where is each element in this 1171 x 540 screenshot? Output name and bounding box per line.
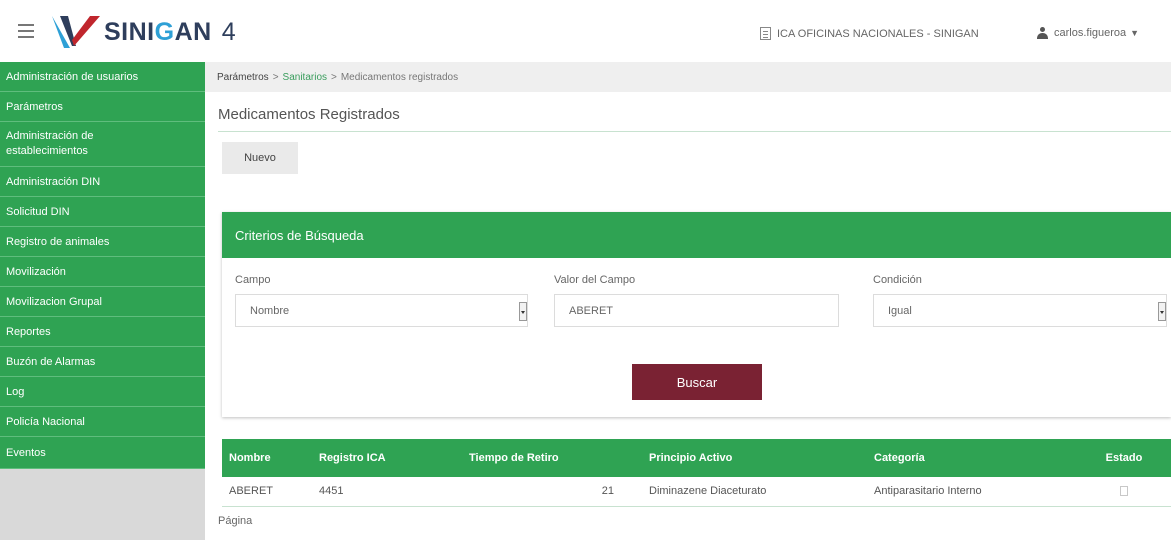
building-icon xyxy=(760,27,771,40)
cell-principio: Diminazene Diaceturato xyxy=(642,477,867,507)
select-arrow-icon xyxy=(1158,302,1166,321)
column-header-nombre[interactable]: Nombre xyxy=(222,439,312,477)
logo-emblem-icon xyxy=(52,16,100,48)
sidebar-item-eventos[interactable]: Eventos xyxy=(0,437,205,469)
breadcrumb-sanitarios[interactable]: Sanitarios xyxy=(283,72,327,83)
column-header-tiempo[interactable]: Tiempo de Retiro xyxy=(462,439,642,477)
sidebar-item-usuarios[interactable]: Administración de usuarios xyxy=(0,62,205,92)
results-table: Nombre Registro ICA Tiempo de Retiro Pri… xyxy=(222,439,1171,507)
column-header-registro[interactable]: Registro ICA xyxy=(312,439,462,477)
user-name: carlos.figueroa xyxy=(1054,27,1127,39)
cell-tiempo: 21 xyxy=(462,477,642,507)
campo-select-value: Nombre xyxy=(250,304,290,317)
sidebar-item-label: Administración de usuarios xyxy=(6,70,139,83)
column-header-principio[interactable]: Principio Activo xyxy=(642,439,867,477)
campo-select[interactable]: Nombre xyxy=(235,294,528,327)
sidebar-item-solicitud-din[interactable]: Solicitud DIN xyxy=(0,197,205,227)
table-header-row: Nombre Registro ICA Tiempo de Retiro Pri… xyxy=(222,439,1171,477)
sidebar-item-label: Administración de establecimientos xyxy=(6,130,94,157)
new-button[interactable]: Nuevo xyxy=(222,142,298,174)
caret-down-icon: ▼ xyxy=(1130,28,1140,38)
hamburger-menu-icon[interactable] xyxy=(18,24,34,38)
valor-input[interactable]: ABERET xyxy=(554,294,839,327)
breadcrumb-separator: > xyxy=(272,71,279,83)
condicion-select-value: Igual xyxy=(888,304,912,317)
sidebar-item-registro-animales[interactable]: Registro de animales xyxy=(0,227,205,257)
search-criteria-panel: Criterios de Búsqueda Campo Nombre Valor… xyxy=(222,212,1171,417)
office-label: ICA OFICINAS NACIONALES - SINIGAN xyxy=(777,27,979,40)
table-row[interactable]: ABERET 4451 21 Diminazene Diaceturato An… xyxy=(222,477,1171,507)
breadcrumb-parametros[interactable]: Parámetros xyxy=(217,72,269,83)
sidebar-item-establecimientos[interactable]: Administración de establecimientos xyxy=(0,122,205,167)
sidebar-item-administracion-din[interactable]: Administración DIN xyxy=(0,167,205,197)
user-icon xyxy=(1037,27,1048,39)
sidebar-item-label: Policía Nacional xyxy=(6,415,85,428)
search-button[interactable]: Buscar xyxy=(632,364,762,400)
breadcrumb-current: Medicamentos registrados xyxy=(340,71,459,83)
sidebar-item-buzon-alarmas[interactable]: Buzón de Alarmas xyxy=(0,347,205,377)
campo-label: Campo xyxy=(235,274,271,286)
cell-nombre: ABERET xyxy=(222,477,312,507)
user-menu[interactable]: carlos.figueroa ▼ xyxy=(1037,27,1139,39)
main-content: Parámetros > Sanitarios > Medicamentos r… xyxy=(205,62,1171,540)
pagination-label: Página xyxy=(218,515,253,527)
sidebar-menu: Administración de usuarios Parámetros Ad… xyxy=(0,62,205,469)
sidebar: Administración de usuarios Parámetros Ad… xyxy=(0,62,205,540)
sidebar-item-reportes[interactable]: Reportes xyxy=(0,317,205,347)
sidebar-item-label: Solicitud DIN xyxy=(6,205,70,218)
cell-registro: 4451 xyxy=(312,477,462,507)
select-arrow-icon xyxy=(519,302,527,321)
page-title: Medicamentos Registrados xyxy=(218,106,400,123)
logo-version: 4 xyxy=(221,17,236,46)
condicion-select[interactable]: Igual xyxy=(873,294,1167,327)
sidebar-item-label: Log xyxy=(6,385,25,398)
valor-input-value: ABERET xyxy=(569,304,614,317)
cell-categoria: Antiparasitario Interno xyxy=(867,477,1077,507)
top-header: SINIGAN 4 ICA OFICINAS NACIONALES - SINI… xyxy=(0,0,1171,62)
logo-text: SINIGAN xyxy=(104,17,212,46)
sidebar-item-parametros[interactable]: Parámetros xyxy=(0,92,205,122)
sidebar-item-policia-nacional[interactable]: Policía Nacional xyxy=(0,407,205,437)
sidebar-item-label: Parámetros xyxy=(6,100,63,113)
office-indicator[interactable]: ICA OFICINAS NACIONALES - SINIGAN xyxy=(760,27,979,40)
sidebar-item-label: Movilización xyxy=(6,265,66,278)
sidebar-item-label: Eventos xyxy=(6,446,46,459)
search-criteria-header: Criterios de Búsqueda xyxy=(222,212,1171,258)
sidebar-item-label: Registro de animales xyxy=(6,235,110,248)
sidebar-item-movilizacion[interactable]: Movilización xyxy=(0,257,205,287)
cell-estado xyxy=(1077,477,1171,507)
condicion-label: Condición xyxy=(873,274,922,286)
column-header-estado[interactable]: Estado xyxy=(1077,439,1171,477)
sidebar-item-label: Movilizacion Grupal xyxy=(6,295,102,308)
sidebar-item-log[interactable]: Log xyxy=(0,377,205,407)
sidebar-item-movilizacion-grupal[interactable]: Movilizacion Grupal xyxy=(0,287,205,317)
valor-label: Valor del Campo xyxy=(554,274,636,286)
sidebar-item-label: Reportes xyxy=(6,325,51,338)
sidebar-item-label: Administración DIN xyxy=(6,175,101,188)
breadcrumb-separator: > xyxy=(331,71,337,83)
sinigan-logo: SINIGAN 4 xyxy=(50,12,236,52)
sidebar-item-label: Buzón de Alarmas xyxy=(6,355,96,368)
status-icon[interactable] xyxy=(1120,486,1128,497)
title-divider xyxy=(218,131,1171,132)
breadcrumb: Parámetros > Sanitarios > Medicamentos r… xyxy=(205,62,1171,92)
column-header-categoria[interactable]: Categoría xyxy=(867,439,1077,477)
